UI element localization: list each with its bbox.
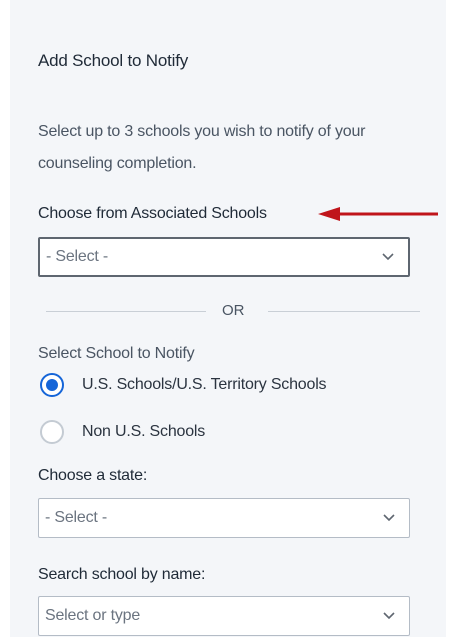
radio-us-schools[interactable]: U.S. Schools/U.S. Territory Schools <box>40 372 327 398</box>
notify-school-label: Select School to Notify <box>38 345 195 362</box>
annotation-arrow-icon <box>318 207 438 221</box>
search-school-label: Search school by name: <box>38 566 206 583</box>
add-school-panel: Add School to Notify Select up to 3 scho… <box>10 0 446 637</box>
state-label: Choose a state: <box>38 467 148 484</box>
chevron-down-icon <box>382 253 394 261</box>
section-description: Select up to 3 schools you wish to notif… <box>38 123 366 172</box>
search-school-combobox[interactable]: Select or type <box>38 596 410 636</box>
or-text: OR <box>222 302 245 319</box>
radio-checked-icon[interactable] <box>40 373 64 397</box>
radio-unchecked-icon[interactable] <box>40 420 64 444</box>
radio-us-schools-label[interactable]: U.S. Schools/U.S. Territory Schools <box>82 376 327 394</box>
divider-line-left <box>46 311 206 312</box>
chevron-down-icon <box>383 514 395 522</box>
section-title: Add School to Notify <box>38 51 189 70</box>
or-divider: OR <box>46 300 420 322</box>
associated-schools-label: Choose from Associated Schools <box>38 205 267 222</box>
search-school-placeholder[interactable]: Select or type <box>45 607 140 625</box>
chevron-down-icon <box>383 612 395 620</box>
state-select-value: - Select - <box>45 509 108 526</box>
associated-schools-value: - Select - <box>46 248 109 265</box>
radio-non-us-schools-label[interactable]: Non U.S. Schools <box>82 423 205 441</box>
state-select[interactable]: - Select - <box>38 498 410 538</box>
radio-non-us-schools[interactable]: Non U.S. Schools <box>40 419 205 445</box>
divider-line-right <box>268 311 420 312</box>
associated-schools-select[interactable]: - Select - <box>38 237 410 277</box>
